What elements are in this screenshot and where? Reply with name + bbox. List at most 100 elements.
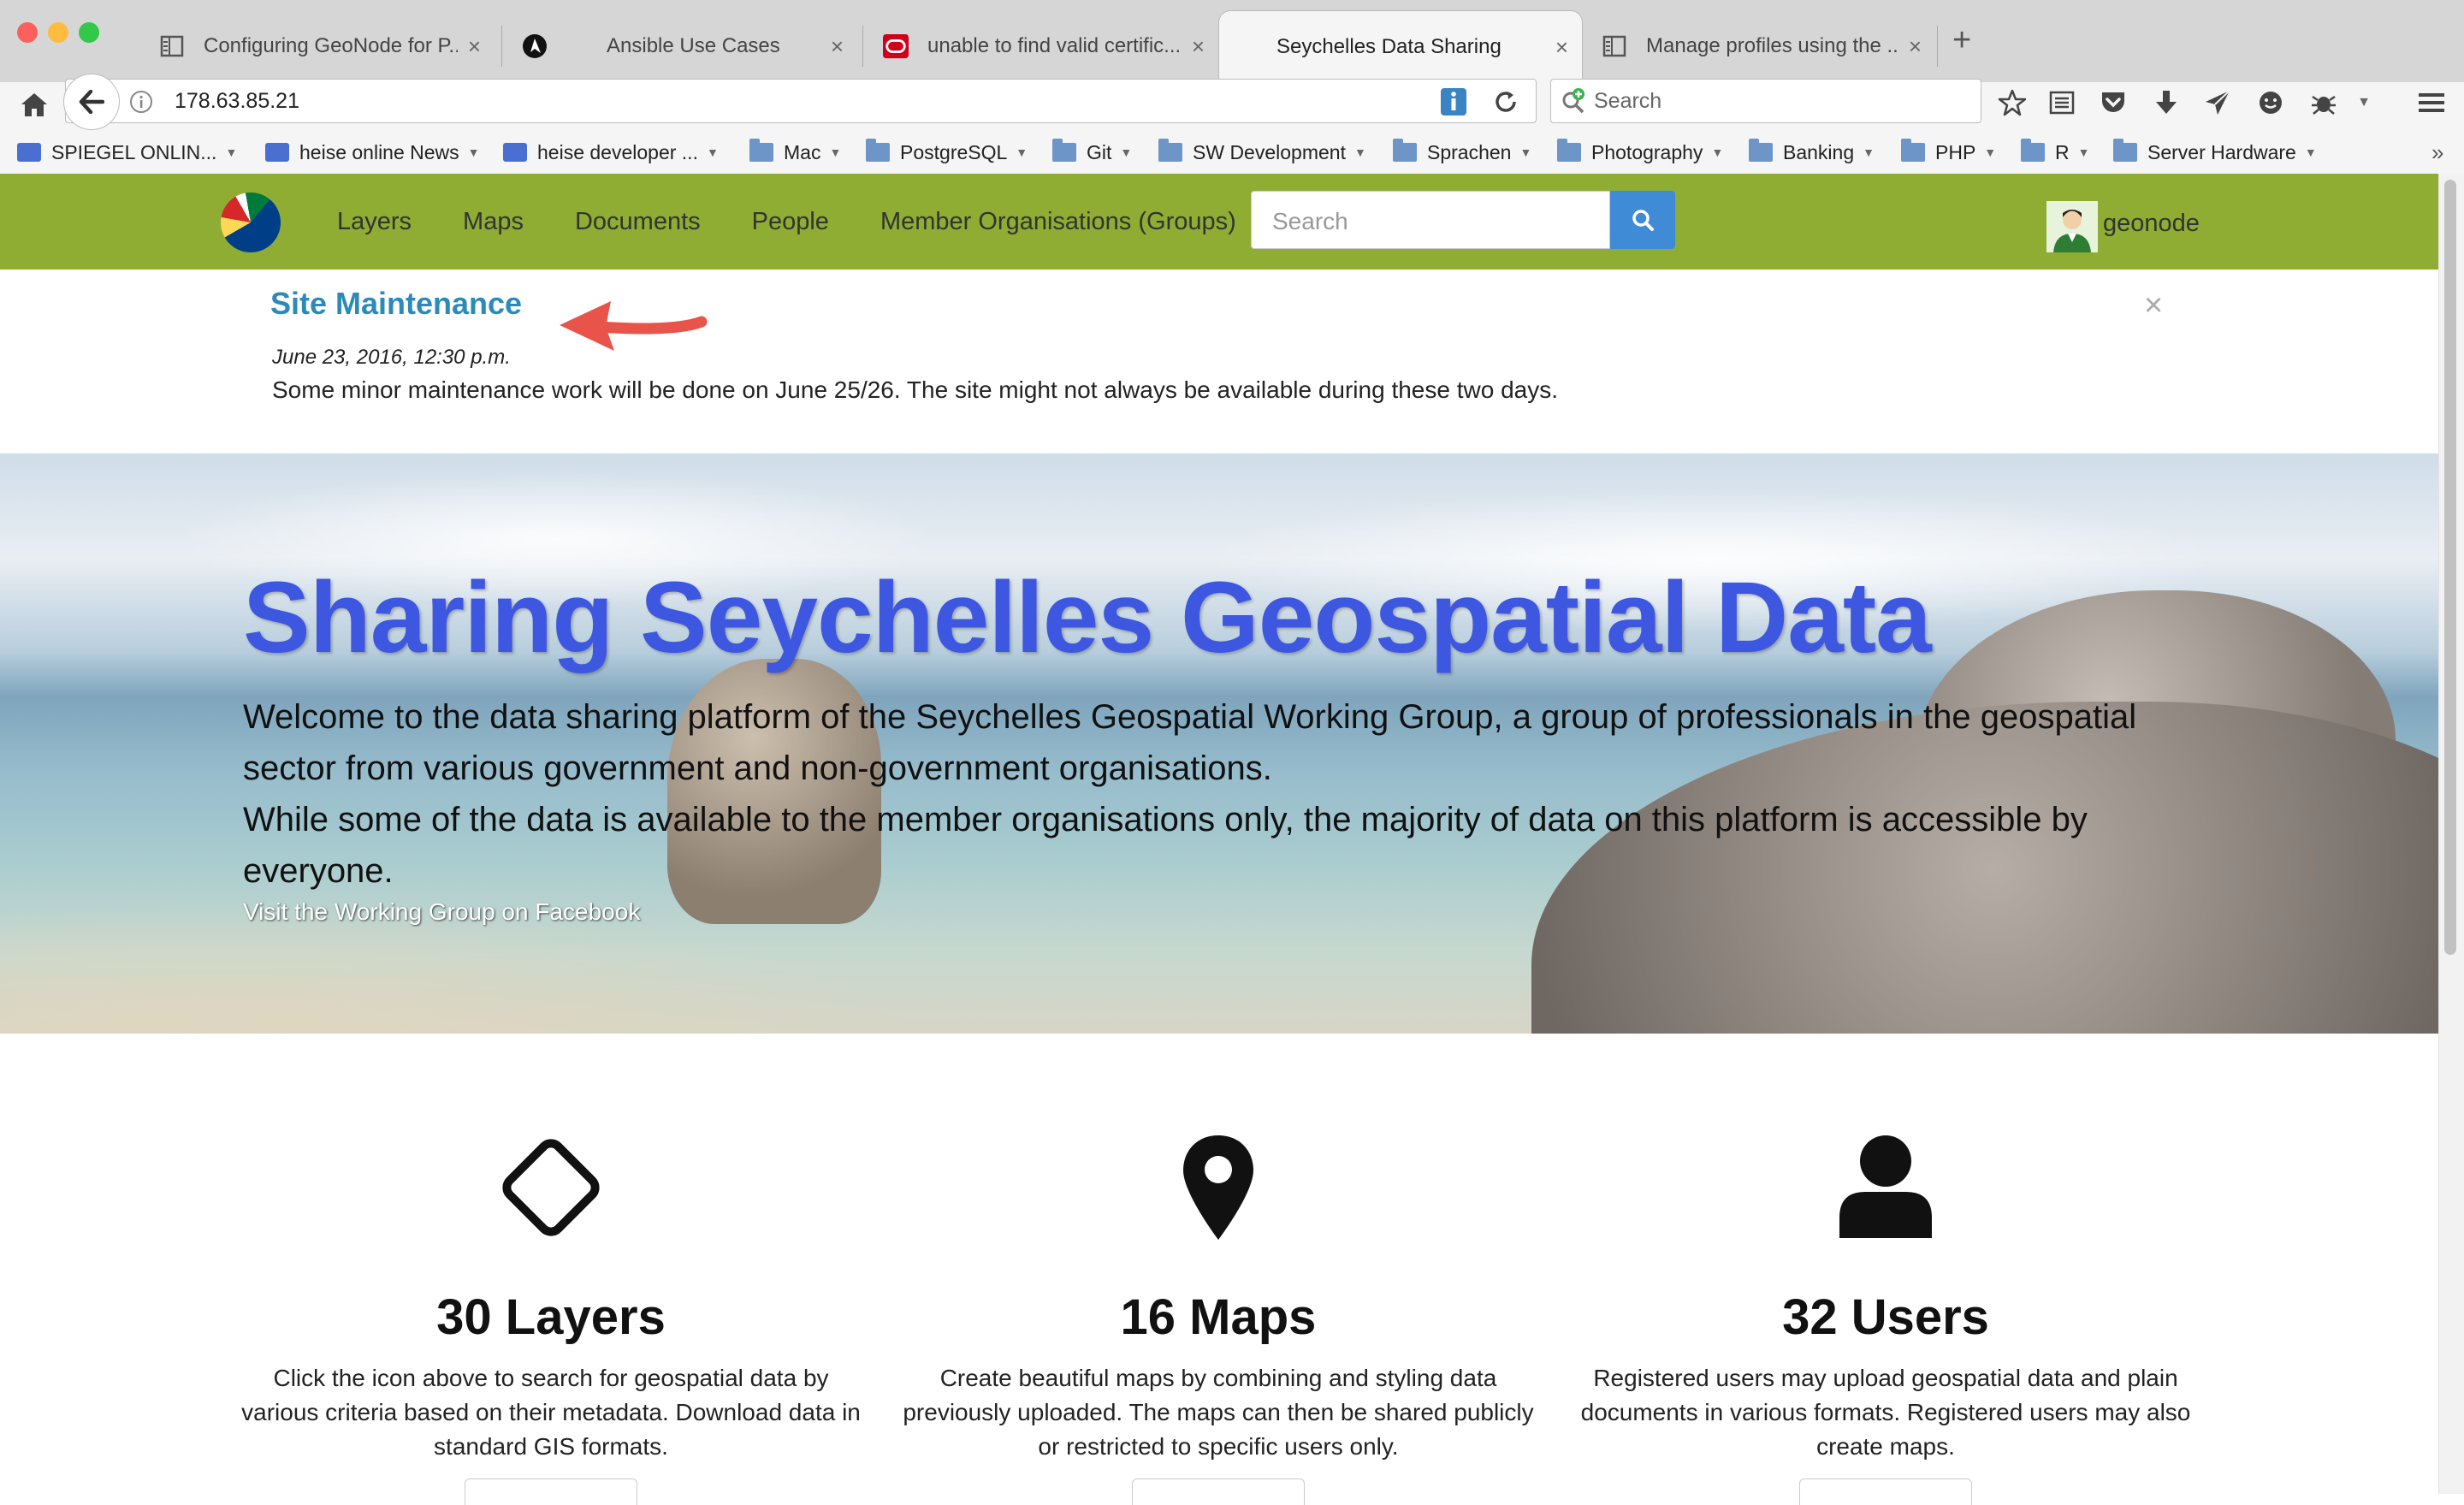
site-navigation: Layers Maps Documents People Member Orga… xyxy=(337,174,1288,270)
folder-icon xyxy=(1901,139,1925,162)
bookmark-folder-postgresql[interactable]: PostgreSQL ▼ xyxy=(866,135,1028,169)
bookmark-label: SPIEGEL ONLIN... xyxy=(51,140,217,163)
tab-separator xyxy=(1937,26,1938,67)
bookmarks-overflow-icon[interactable]: » xyxy=(2431,135,2443,169)
folder-icon xyxy=(2021,139,2045,162)
avatar[interactable] xyxy=(2046,201,2098,252)
hero-title: Sharing Seychelles Geospatial Data xyxy=(243,561,1932,674)
browser-tab-bar: Configuring GeoNode for P... × Ansible U… xyxy=(0,0,2464,83)
username-label[interactable]: geonode xyxy=(2103,210,2200,238)
announcement-title[interactable]: Site Maintenance xyxy=(270,286,522,322)
site-search-button[interactable] xyxy=(1610,191,1675,249)
folder-icon xyxy=(1749,139,1773,162)
explore-layers-button[interactable] xyxy=(465,1478,637,1505)
tab-title: unable to find valid certific... xyxy=(927,34,1182,57)
nav-documents[interactable]: Documents xyxy=(575,208,701,236)
bookmark-folder-photography[interactable]: Photography ▼ xyxy=(1557,135,1723,169)
nav-member-organisations[interactable]: Member Organisations (Groups) xyxy=(880,208,1236,236)
zoom-window-button[interactable] xyxy=(79,22,99,43)
info-icon[interactable] xyxy=(128,89,154,115)
identity-icon[interactable] xyxy=(1439,86,1468,118)
bookmark-spiegel[interactable]: SPIEGEL ONLIN... ▼ xyxy=(17,135,237,169)
url-text[interactable]: 178.63.85.21 xyxy=(175,89,299,114)
stat-users: 32 Users Registered users may upload geo… xyxy=(1552,1128,2219,1505)
tab-title: Configuring GeoNode for P... xyxy=(204,34,458,57)
user-icon[interactable] xyxy=(1552,1128,2219,1247)
diamond-icon[interactable] xyxy=(217,1128,885,1247)
announcement-close-button[interactable]: × xyxy=(2144,287,2163,324)
page-scrollbar-thumb[interactable] xyxy=(2444,180,2456,955)
minimize-window-button[interactable] xyxy=(48,22,68,43)
tab-certificate-error[interactable]: unable to find valid certific... × xyxy=(869,10,1218,82)
tab-close-icon[interactable]: × xyxy=(468,33,481,60)
send-icon[interactable] xyxy=(2199,84,2236,121)
search-icon xyxy=(1632,210,1654,231)
home-icon[interactable] xyxy=(17,82,51,127)
announcement-date: June 23, 2016, 12:30 p.m. xyxy=(272,346,511,369)
tab-title: Manage profiles using the ... xyxy=(1646,34,1898,57)
feed-icon xyxy=(17,143,41,162)
browser-search-bar[interactable]: Search xyxy=(1550,79,1981,123)
bookmark-folder-git[interactable]: Git ▼ xyxy=(1052,135,1132,169)
chat-icon[interactable] xyxy=(2252,84,2289,121)
red-arrow-annotation xyxy=(560,301,708,351)
bookmark-folder-php[interactable]: PHP ▼ xyxy=(1901,135,1996,169)
tab-separator xyxy=(501,26,502,67)
bookmark-folder-banking[interactable]: Banking ▼ xyxy=(1749,135,1875,169)
tab-close-icon[interactable]: × xyxy=(1555,34,1568,61)
tab-title: Ansible Use Cases xyxy=(607,34,780,57)
feed-icon xyxy=(265,143,289,162)
tab-configuring-geonode[interactable]: Configuring GeoNode for P... × xyxy=(145,10,495,82)
bookmark-folder-server-hardware[interactable]: Server Hardware ▼ xyxy=(2113,135,2317,169)
bookmark-folder-mac[interactable]: Mac ▼ xyxy=(749,135,841,169)
tab-seychelles-data-sharing[interactable]: Seychelles Data Sharing × xyxy=(1218,10,1583,83)
oracle-icon xyxy=(883,33,909,59)
back-button[interactable] xyxy=(63,74,120,130)
hamburger-menu-icon[interactable] xyxy=(2413,84,2450,121)
ansible-icon xyxy=(522,33,548,59)
site-search-input[interactable]: Search xyxy=(1251,191,1610,249)
tab-close-icon[interactable]: × xyxy=(831,33,844,60)
explore-maps-button[interactable] xyxy=(1132,1478,1305,1505)
hero-paragraph-2: While some of the data is available to t… xyxy=(243,801,2088,890)
layers-count: 30 Layers xyxy=(436,1289,666,1345)
bookmark-label: Server Hardware xyxy=(2147,140,2296,163)
close-window-button[interactable] xyxy=(17,22,38,43)
seychelles-logo[interactable] xyxy=(221,193,281,252)
tab-close-icon[interactable]: × xyxy=(1192,33,1205,60)
feed-icon xyxy=(503,143,527,162)
reading-list-icon[interactable] xyxy=(2043,84,2081,121)
search-engine-icon[interactable] xyxy=(1559,86,1590,116)
new-tab-button[interactable]: + xyxy=(1952,24,1971,56)
bookmark-folder-sw-development[interactable]: SW Development ▼ xyxy=(1158,135,1366,169)
extension-bug-icon[interactable] xyxy=(2305,84,2343,121)
download-icon[interactable] xyxy=(2147,84,2185,121)
chevron-down-icon: ▼ xyxy=(1120,145,1133,159)
tab-ansible-use-cases[interactable]: Ansible Use Cases × xyxy=(508,10,857,82)
chevron-down-icon: ▼ xyxy=(706,145,719,159)
tab-manage-profiles[interactable]: Manage profiles using the ... × xyxy=(1588,10,1935,82)
bookmark-label: heise developer ... xyxy=(537,140,698,163)
explore-users-button[interactable] xyxy=(1799,1478,1972,1505)
bookmark-folder-r[interactable]: R ▼ xyxy=(2021,135,2089,169)
tab-title: Seychelles Data Sharing xyxy=(1276,35,1502,58)
nav-maps[interactable]: Maps xyxy=(463,208,524,236)
stat-maps: 16 Maps Create beautiful maps by combini… xyxy=(885,1128,1552,1505)
chevron-down-icon[interactable]: ▼ xyxy=(2354,84,2373,121)
bookmark-star-icon[interactable] xyxy=(1993,84,2031,121)
folder-icon xyxy=(1557,139,1581,162)
tab-close-icon[interactable]: × xyxy=(1909,33,1922,60)
facebook-link[interactable]: Visit the Working Group on Facebook xyxy=(243,898,640,926)
reload-icon[interactable] xyxy=(1490,86,1521,118)
nav-people[interactable]: People xyxy=(752,208,829,236)
reader-icon xyxy=(1602,33,1627,59)
map-marker-icon[interactable] xyxy=(885,1128,1552,1247)
nav-layers[interactable]: Layers xyxy=(337,208,412,236)
bookmark-folder-sprachen[interactable]: Sprachen ▼ xyxy=(1393,135,1531,169)
pocket-icon[interactable] xyxy=(2094,84,2132,121)
hero-banner: Sharing Seychelles Geospatial Data Welco… xyxy=(0,453,2438,1034)
bookmark-label: Photography xyxy=(1591,140,1703,163)
bookmark-heise-developer[interactable]: heise developer ... ▼ xyxy=(503,135,719,169)
bookmark-label: Sprachen xyxy=(1427,140,1512,163)
bookmark-heise-online[interactable]: heise online News ▼ xyxy=(265,135,480,169)
